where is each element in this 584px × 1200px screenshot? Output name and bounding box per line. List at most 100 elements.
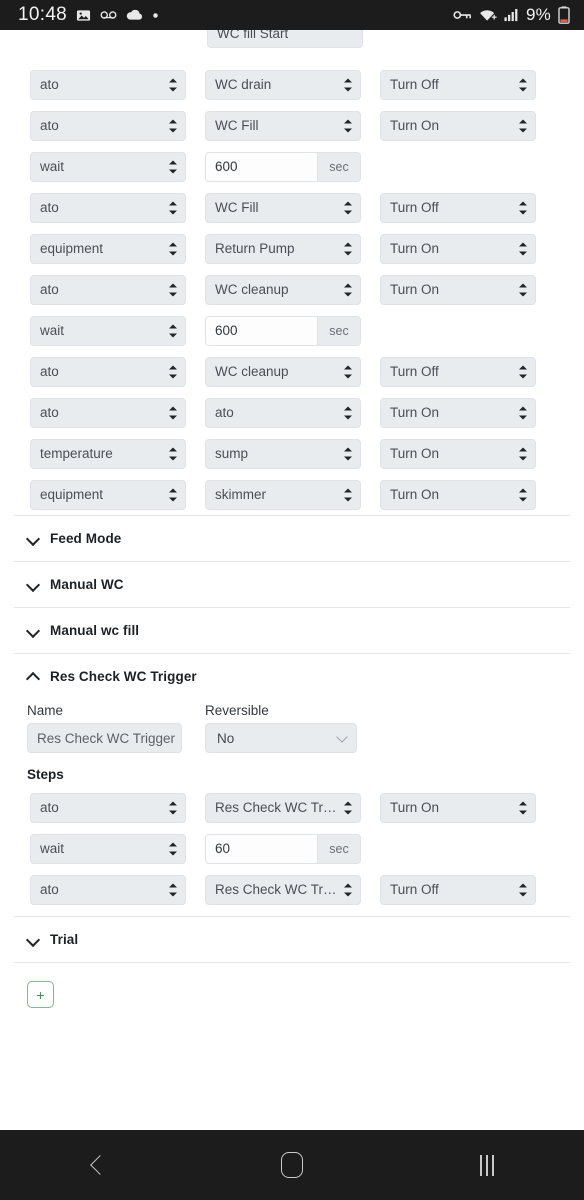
add-macro-button[interactable]: + bbox=[27, 981, 54, 1008]
updown-arrow-icon bbox=[344, 201, 352, 214]
step-type-select[interactable]: wait bbox=[30, 151, 186, 182]
reversible-label: Reversible bbox=[205, 703, 269, 718]
step-action-select[interactable]: Turn Off bbox=[380, 874, 536, 905]
signal-icon bbox=[504, 8, 519, 22]
battery-low-icon bbox=[558, 6, 570, 24]
updown-arrow-icon bbox=[169, 447, 177, 460]
step-action-select[interactable]: Turn On bbox=[380, 274, 536, 305]
step-target-select[interactable]: WC fill Start bbox=[207, 30, 363, 48]
updown-arrow-icon bbox=[169, 201, 177, 214]
step-action-select[interactable]: Turn Off bbox=[380, 69, 536, 100]
step-target-select[interactable]: skimmer bbox=[205, 479, 361, 510]
section-panel-res-check-wc-trigger: Name Reversible Res Check WC Trigger No … bbox=[0, 699, 584, 916]
reversible-select[interactable]: No bbox=[205, 723, 357, 753]
step-duration-group: 60 sec bbox=[205, 833, 361, 864]
step-action-select[interactable]: Turn On bbox=[380, 397, 536, 428]
step-type-select[interactable]: wait bbox=[30, 833, 186, 864]
step-row: ato WC drain Turn Off bbox=[0, 64, 584, 105]
step-target-select[interactable]: WC cleanup bbox=[205, 356, 361, 387]
step-target-select[interactable]: Res Check WC Trigger bbox=[205, 874, 361, 905]
step-target-select[interactable]: WC cleanup bbox=[205, 274, 361, 305]
step-action-select[interactable]: Turn On bbox=[380, 110, 536, 141]
chevron-down-icon bbox=[27, 933, 40, 946]
step-action-select[interactable]: Turn Off bbox=[380, 356, 536, 387]
step-target-select[interactable]: WC drain bbox=[205, 69, 361, 100]
step-duration-group: 600 sec bbox=[205, 151, 361, 182]
step-row: temperature sump Turn On bbox=[0, 433, 584, 474]
cloud-icon bbox=[126, 9, 143, 21]
step-duration-unit: sec bbox=[317, 152, 360, 181]
updown-arrow-icon bbox=[169, 406, 177, 419]
section-header-manual-wc-fill[interactable]: Manual wc fill bbox=[0, 608, 584, 653]
step-row: equipment Return Pump Turn On bbox=[0, 228, 584, 269]
section-header-trial[interactable]: Trial bbox=[0, 917, 584, 962]
step-target-select[interactable]: sump bbox=[205, 438, 361, 469]
updown-arrow-icon bbox=[519, 883, 527, 896]
step-type-select[interactable]: ato bbox=[30, 874, 186, 905]
chevron-up-icon bbox=[27, 670, 40, 683]
step-duration-input[interactable]: 600 bbox=[206, 152, 317, 181]
step-action-select[interactable]: Turn Off bbox=[380, 192, 536, 223]
updown-arrow-icon bbox=[169, 78, 177, 91]
status-bar: 10:48 9% bbox=[0, 0, 584, 30]
step-target-select[interactable]: Res Check WC Trigger bbox=[205, 792, 361, 823]
step-target-select[interactable]: Return Pump bbox=[205, 233, 361, 264]
updown-arrow-icon bbox=[344, 365, 352, 378]
updown-arrow-icon bbox=[344, 883, 352, 896]
step-row: ato Res Check WC Trigger Turn Off bbox=[0, 869, 584, 910]
updown-arrow-icon bbox=[169, 324, 177, 337]
image-icon bbox=[76, 8, 91, 23]
updown-arrow-icon bbox=[519, 78, 527, 91]
step-duration-unit: sec bbox=[317, 316, 360, 345]
step-type-select[interactable]: ato bbox=[30, 356, 186, 387]
step-type-select[interactable]: temperature bbox=[30, 438, 186, 469]
step-row: ato ato Turn On bbox=[0, 392, 584, 433]
updown-arrow-icon bbox=[344, 283, 352, 296]
updown-arrow-icon bbox=[519, 283, 527, 296]
chevron-down-icon bbox=[27, 578, 40, 591]
steps-list: ato WC drain Turn Off ato WC Fill Turn O… bbox=[0, 64, 584, 515]
nav-home-button[interactable] bbox=[247, 1140, 337, 1190]
updown-arrow-icon bbox=[169, 242, 177, 255]
section-title: Trial bbox=[50, 932, 79, 947]
updown-arrow-icon bbox=[169, 801, 177, 814]
nav-recents-button[interactable] bbox=[442, 1140, 532, 1190]
step-type-select[interactable]: ato bbox=[30, 274, 186, 305]
step-duration-input[interactable]: 60 bbox=[206, 834, 317, 863]
updown-arrow-icon bbox=[169, 119, 177, 132]
add-button-wrapper: + bbox=[0, 963, 584, 1008]
updown-arrow-icon bbox=[519, 406, 527, 419]
step-type-select[interactable]: ato bbox=[30, 792, 186, 823]
updown-arrow-icon bbox=[169, 488, 177, 501]
android-nav-bar bbox=[0, 1130, 584, 1200]
step-target-select[interactable]: WC Fill bbox=[205, 192, 361, 223]
status-bar-left: 10:48 bbox=[18, 4, 159, 26]
step-action-select[interactable]: Turn On bbox=[380, 438, 536, 469]
step-type-select[interactable]: equipment bbox=[30, 479, 186, 510]
updown-arrow-icon bbox=[344, 447, 352, 460]
step-type-select[interactable]: ato bbox=[30, 69, 186, 100]
step-target-select[interactable]: WC Fill bbox=[205, 110, 361, 141]
updown-arrow-icon bbox=[519, 201, 527, 214]
step-type-select[interactable]: equipment bbox=[30, 233, 186, 264]
step-action-select[interactable]: Turn On bbox=[380, 233, 536, 264]
section-header-manual-wc[interactable]: Manual WC bbox=[0, 562, 584, 607]
step-type-select[interactable]: ato bbox=[30, 110, 186, 141]
step-action-select[interactable]: Turn On bbox=[380, 479, 536, 510]
step-action-select[interactable]: Turn On bbox=[380, 792, 536, 823]
field-label-row: Name Reversible bbox=[0, 703, 584, 718]
updown-arrow-icon bbox=[169, 883, 177, 896]
chevron-down-icon bbox=[338, 733, 347, 742]
step-type-select[interactable]: ato bbox=[30, 397, 186, 428]
section-header-feed-mode[interactable]: Feed Mode bbox=[0, 516, 584, 561]
step-row: ato WC Fill Turn On bbox=[0, 105, 584, 146]
step-type-select[interactable]: wait bbox=[30, 315, 186, 346]
name-input[interactable]: Res Check WC Trigger bbox=[27, 723, 182, 753]
step-duration-input[interactable]: 600 bbox=[206, 316, 317, 345]
step-row: ato WC cleanup Turn On bbox=[0, 269, 584, 310]
updown-arrow-icon bbox=[344, 406, 352, 419]
section-header-res-check-wc-trigger[interactable]: Res Check WC Trigger bbox=[0, 654, 584, 699]
step-target-select[interactable]: ato bbox=[205, 397, 361, 428]
nav-back-button[interactable] bbox=[52, 1140, 142, 1190]
step-type-select[interactable]: ato bbox=[30, 192, 186, 223]
